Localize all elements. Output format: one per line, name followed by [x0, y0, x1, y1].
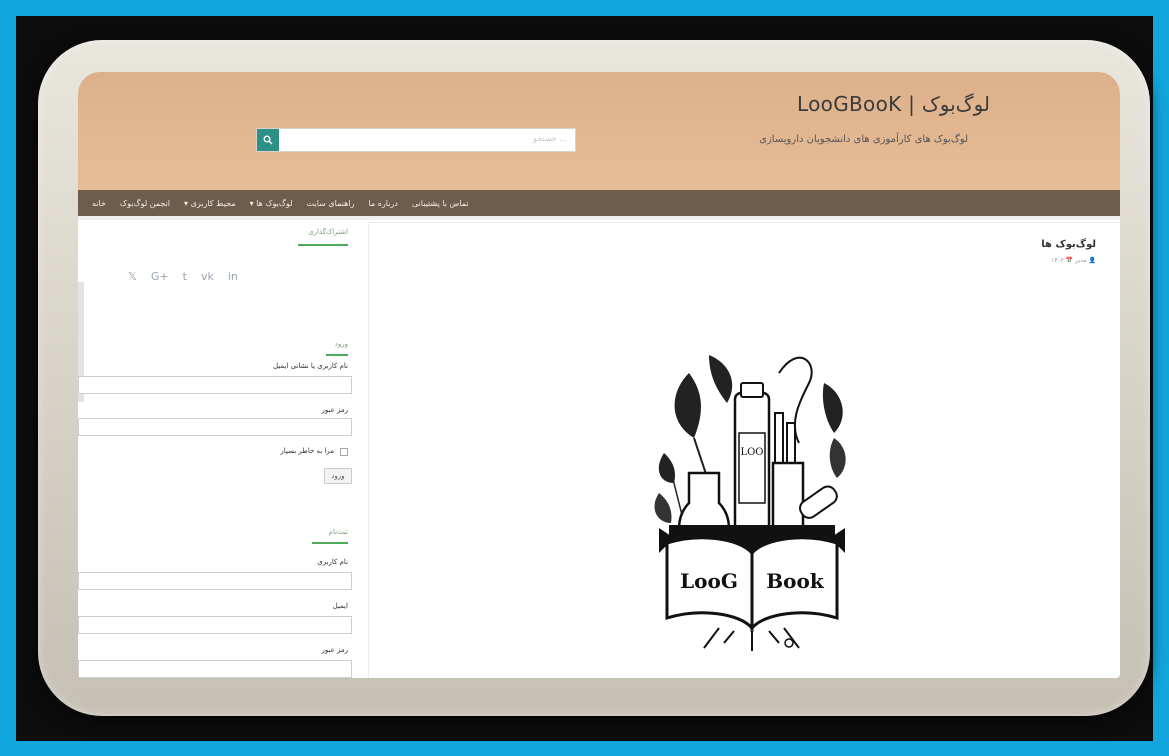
login-button[interactable]: ورود — [324, 468, 352, 484]
nav-item-home[interactable]: خانه — [92, 199, 106, 208]
twitter-icon[interactable]: 𝕏 — [128, 270, 137, 283]
linkedin-icon[interactable]: in — [228, 270, 238, 283]
widget-underline — [312, 542, 348, 544]
post-meta: 👤 مدیر 📅 ۱۴۰۲ — [1051, 257, 1096, 264]
nav-item-guide[interactable]: راهنمای سایت — [307, 199, 355, 208]
share-widget-title: اشتراک‌گذاری — [308, 228, 348, 236]
register-password-field[interactable] — [78, 660, 352, 678]
login-widget-title: ورود — [334, 340, 348, 348]
register-password-label: رمز عبور — [321, 646, 348, 654]
search-input[interactable]: جستجو ... — [256, 128, 576, 152]
tablet-device-frame: LooGBooK | لوگ‌بوک لوگ‌بوک های کارآموزی … — [38, 40, 1150, 716]
search-icon — [263, 135, 273, 145]
password-field[interactable] — [78, 418, 352, 436]
search-placeholder: جستجو ... — [533, 134, 567, 143]
google-plus-icon[interactable]: G+ — [151, 270, 169, 283]
remember-checkbox[interactable] — [340, 448, 348, 456]
register-username-field[interactable] — [78, 572, 352, 590]
username-label: نام کاربری یا نشانی ایمیل — [273, 362, 348, 370]
register-email-label: ایمیل — [332, 602, 348, 610]
main-content: لوگ‌بوک ها 👤 مدیر 📅 ۱۴۰۲ LOO — [368, 222, 1120, 678]
vk-icon[interactable]: vk — [201, 270, 214, 283]
nav-item-user-area[interactable]: محیط کاربری ▾ — [184, 199, 236, 208]
sidebar: اشتراک‌گذاری 𝕏 G+ t vk in ورود نام کاربر… — [78, 222, 358, 678]
tablet-screen: LooGBooK | لوگ‌بوک لوگ‌بوک های کارآموزی … — [78, 72, 1120, 678]
remember-label: مرا به خاطر بسپار — [280, 447, 334, 455]
register-username-label: نام کاربری — [317, 558, 348, 566]
social-icons: 𝕏 G+ t vk in — [128, 270, 238, 283]
site-header: LooGBooK | لوگ‌بوک لوگ‌بوک های کارآموزی … — [78, 72, 1120, 190]
widget-underline — [326, 354, 348, 356]
logbook-illustration: LOO LooG Book — [654, 355, 846, 651]
password-label: رمز عبور — [321, 406, 348, 414]
widget-underline — [298, 244, 348, 246]
svg-text:Book: Book — [766, 569, 825, 593]
site-title[interactable]: LooGBooK | لوگ‌بوک — [797, 92, 990, 116]
site-tagline: لوگ‌بوک های کارآموزی های دانشجویان داروی… — [759, 134, 968, 145]
username-field[interactable] — [78, 376, 352, 394]
register-widget-title: ثبت‌نام — [328, 528, 348, 536]
register-email-field[interactable] — [78, 616, 352, 634]
nav-divider — [78, 216, 1120, 220]
nav-item-forum[interactable]: انجمن لوگ‌بوک — [120, 199, 170, 208]
search-button[interactable] — [257, 129, 279, 151]
nav-item-logbooks[interactable]: لوگ‌بوک ها ▾ — [250, 199, 293, 208]
main-navigation: خانه انجمن لوگ‌بوک محیط کاربری ▾ لوگ‌بوک… — [78, 190, 1120, 216]
post-title[interactable]: لوگ‌بوک ها — [1041, 239, 1096, 250]
svg-text:LooG: LooG — [680, 569, 738, 593]
nav-item-about[interactable]: درباره ما — [368, 199, 397, 208]
svg-text:LOO: LOO — [740, 447, 763, 458]
tumblr-icon[interactable]: t — [183, 270, 187, 283]
nav-item-support[interactable]: تماس با پشتیبانی — [412, 199, 469, 208]
